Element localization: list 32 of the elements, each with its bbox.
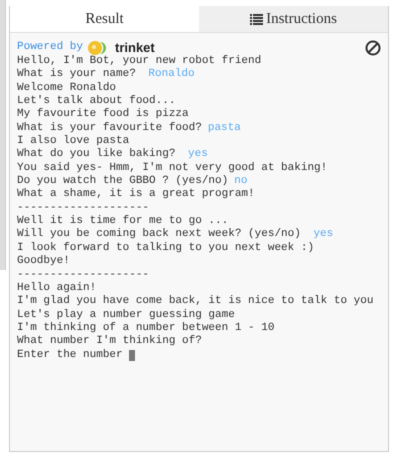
output-line: Enter the number: [17, 348, 123, 362]
output-line: I'm glad you have come back, it is nice to talk to you: [17, 295, 374, 309]
output-line: I also love pasta: [17, 135, 130, 148]
output-line: Let's talk about food...: [17, 95, 176, 108]
output-line: What do you like baking?: [17, 148, 176, 162]
output-line: You said yes- Hmm, I'm not very good at baking!: [17, 162, 328, 175]
output-line: My favourite food is pizza: [17, 108, 189, 122]
output-line: Hello, I'm Bot, your new robot friend: [17, 55, 262, 68]
output-line: Let's play a number guessing game: [17, 308, 235, 322]
output-line: Welcome Ronaldo: [17, 82, 116, 95]
list-icon: [250, 14, 264, 24]
typed-answer-text: Ronaldo: [148, 68, 195, 82]
output-line: Well it is time for me to go ...: [17, 215, 228, 228]
output-line: I'm thinking of a number between 1 - 10: [17, 322, 274, 335]
output-line: Goodbye!: [17, 255, 70, 268]
typed-answer-text: no: [234, 175, 248, 188]
output-line: Do you watch the GBBO ? (yes/no): [17, 175, 228, 188]
output-line: --------------------: [17, 268, 150, 282]
output-line: Hello again!: [17, 282, 96, 295]
output-line: What a shame, it is a great program!: [17, 188, 255, 202]
tab[interactable]: Instructions: [199, 6, 388, 32]
typed-answer-text: yes: [188, 148, 208, 162]
output-line: What is your name?: [17, 68, 137, 82]
brand-name: trinket: [115, 41, 155, 55]
typed-answer-text: pasta: [208, 122, 241, 136]
output-line: What number I'm thinking of?: [17, 335, 202, 349]
output-line: Will you be coming back next week? (yes/no): [17, 228, 302, 242]
output-line: I look forward to talking to you next week :): [17, 242, 314, 255]
output-line: --------------------: [17, 202, 150, 215]
stop-icon[interactable]: [365, 40, 381, 56]
output-line: What is your favourite food?: [17, 122, 202, 135]
typed-answer-text: yes: [313, 228, 334, 242]
